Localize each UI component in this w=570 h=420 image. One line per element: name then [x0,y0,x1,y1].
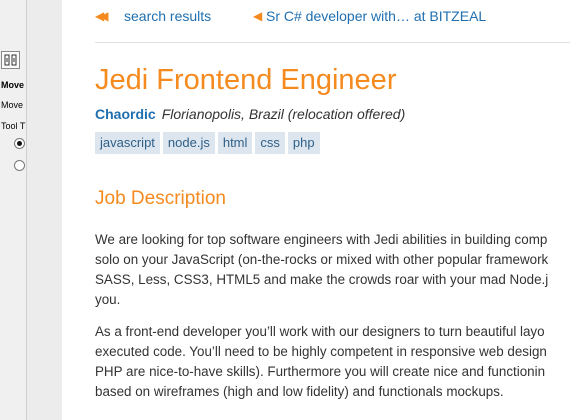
screen: Move Move Tool T ◀◀ search results ◀ Sr … [0,0,570,420]
tag-css[interactable]: css [255,132,285,154]
radio-option-1[interactable] [14,138,25,149]
radio-option-2[interactable] [14,160,25,171]
tag-nodejs[interactable]: node.js [162,132,215,154]
paragraph-line: We are looking for top software engineer… [95,232,548,247]
paragraph-line: PHP are nice-to-have skills). Furthermor… [95,364,546,379]
tool-name-label: Move [1,80,25,90]
company-link[interactable]: Chaordic [95,106,156,122]
paragraph-line: based on wireframes (high and low fideli… [95,384,504,399]
paragraph-line: executed code. You’ll need to be highly … [95,344,547,359]
job-page: ◀◀ search results ◀ Sr C# developer with… [62,0,570,420]
job-title: Jedi Frontend Engineer [95,64,397,96]
paragraph-line: you. [95,292,121,307]
tool-mode-label: Move [1,100,24,110]
search-results-link[interactable]: search results [124,8,211,24]
header-divider [95,42,570,43]
tag-html[interactable]: html [217,132,253,154]
tag-php[interactable]: php [287,132,320,154]
tag-javascript[interactable]: javascript [95,132,160,154]
previous-job-link[interactable]: Sr C# developer with… at BITZEAL [266,8,486,24]
move-tool-button[interactable] [1,51,20,69]
move-tool-icon [4,54,17,66]
job-location: Florianopolis, Brazil (relocation offere… [161,106,406,122]
tool-options-panel: Move Move Tool T [0,0,27,420]
company-line: Chaordic Florianopolis, Brazil (relocatio… [95,106,405,122]
tool-toggle-label: Tool T [1,121,26,131]
paragraph-line: SASS, Less, CSS3, HTML5 and make the cro… [95,272,549,287]
double-left-arrow-icon: ◀◀ [95,9,109,23]
description-paragraph-2: As a front-end developer you’ll work wit… [95,322,570,402]
description-paragraph-1: We are looking for top software engineer… [95,230,570,310]
page-gutter [27,0,62,420]
paragraph-line: solo on your JavaScript (on-the-rocks or… [95,252,549,267]
left-arrow-icon: ◀ [253,9,263,23]
job-description-heading: Job Description [95,188,226,209]
paragraph-line: As a front-end developer you’ll work wit… [95,324,545,339]
tag-list: javascript node.js html css php [95,132,323,154]
